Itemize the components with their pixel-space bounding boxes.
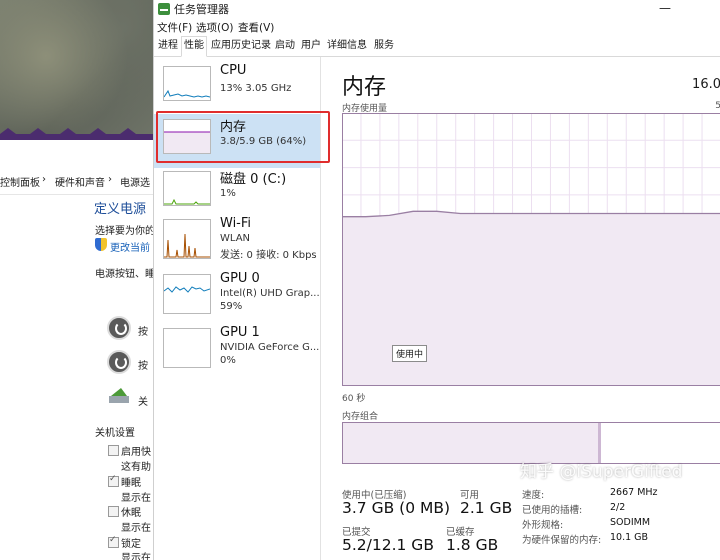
perf-item-detail: WLAN (220, 233, 251, 244)
in-use-value: 3.7 GB (0 MB) (342, 499, 451, 517)
tab-processes[interactable]: 进程 (156, 37, 180, 55)
perf-item-gpu1[interactable]: GPU 1 NVIDIA GeForce G... 0% (154, 323, 320, 377)
uac-shield-icon (95, 238, 107, 251)
breadcrumb-hardware-sound[interactable]: 硬件和声音 (55, 174, 105, 189)
available-value: 2.1 GB (460, 499, 513, 517)
power-page-subtitle: 选择要为你的 (95, 226, 153, 237)
form-factor-label: 外形规格: (522, 520, 564, 531)
menu-options[interactable]: 选项(O) (196, 20, 233, 35)
speed-label: 速度: (522, 490, 545, 501)
option-description: 显示在 (121, 553, 151, 560)
reserved-value: 10.1 GB (610, 532, 649, 543)
slots-value: 2/2 (610, 502, 626, 513)
power-button-label: 按 (138, 327, 148, 338)
gpu1-thumbnail (163, 328, 211, 368)
option-label: 休眠 (121, 508, 141, 519)
perf-item-gpu0[interactable]: GPU 0 Intel(R) UHD Grap... 59% (154, 269, 320, 323)
fast-startup-checkbox[interactable] (108, 445, 119, 456)
cached-value: 1.8 GB (446, 536, 499, 554)
detail-title: 内存 (342, 75, 387, 100)
lid-close-label: 关 (138, 397, 148, 408)
laptop-lid-icon (109, 388, 129, 403)
perf-item-wifi[interactable]: Wi-Fi WLAN 发送: 0 接收: 0 Kbps (154, 214, 320, 268)
tab-services[interactable]: 服务 (372, 37, 396, 55)
window-title: 任务管理器 (174, 3, 229, 16)
perf-item-detail: 1% (220, 188, 236, 199)
power-button-icon (107, 316, 131, 340)
breadcrumb: 控制面板 › 硬件和声音 › 电源选 (0, 166, 153, 195)
change-settings-link[interactable]: 更改当前 (110, 239, 150, 254)
perf-item-detail-secondary: 59% (220, 301, 243, 312)
tab-startup[interactable]: 启动 (273, 37, 297, 55)
control-panel-window: 控制面板 › 硬件和声音 › 电源选 定义电源 选择要为你的 更改当前 电源按钮… (0, 0, 153, 560)
menu-bar: 文件(F) 选项(O) 查看(V) (154, 18, 720, 36)
tab-app-history[interactable]: 应用历史记录 (209, 37, 273, 55)
perf-item-name: CPU (220, 63, 247, 78)
cpu-thumbnail (163, 66, 211, 101)
title-bar[interactable]: 任务管理器 — (154, 0, 720, 18)
tab-performance[interactable]: 性能 (181, 36, 207, 57)
minimize-button[interactable]: — (655, 0, 675, 18)
breadcrumb-separator: › (42, 174, 46, 185)
memory-detail-pane: 内存 16.0 内存使用量 5 使用中 60 秒 内存组合 使用中(已压缩) 3… (340, 57, 720, 560)
option-label: 睡眠 (121, 478, 141, 489)
perf-item-detail: Intel(R) UHD Grap... (220, 288, 320, 299)
menu-view[interactable]: 查看(V) (238, 20, 274, 35)
disk-thumbnail (163, 171, 211, 206)
perf-item-detail-secondary: 发送: 0 接收: 0 Kbps (220, 250, 317, 261)
perf-item-name: 磁盘 0 (C:) (220, 172, 287, 187)
breadcrumb-separator: › (108, 174, 112, 185)
menu-file[interactable]: 文件(F) (157, 20, 192, 35)
tab-bar: 进程 性能 应用历史记录 启动 用户 详细信息 服务 (154, 36, 720, 57)
gpu0-thumbnail (163, 274, 211, 314)
task-manager-window: 任务管理器 — 文件(F) 选项(O) 查看(V) 进程 性能 应用历史记录 启… (153, 0, 720, 560)
desktop-photo (0, 0, 153, 140)
option-description: 显示在 (121, 493, 151, 504)
memory-highlight-box (156, 111, 330, 163)
committed-value: 5.2/12.1 GB (342, 536, 434, 554)
time-axis-label: 60 秒 (342, 394, 366, 404)
sleep-button-icon (107, 350, 131, 374)
wifi-thumbnail (163, 219, 211, 259)
option-description: 这有助 (121, 462, 151, 473)
shutdown-settings-heading: 关机设置 (95, 428, 135, 439)
zigzag-border (0, 128, 153, 140)
speed-value: 2667 MHz (610, 487, 658, 498)
perf-item-cpu[interactable]: CPU 13% 3.05 GHz (154, 61, 320, 115)
usage-graph-max: 5 (715, 101, 720, 111)
task-manager-icon (158, 3, 170, 15)
power-buttons-label: 电源按钮、睡 (95, 269, 153, 280)
perf-item-detail-secondary: 0% (220, 355, 236, 366)
zhihu-watermark: 知乎 @iSuperGifted (520, 462, 683, 482)
tab-users[interactable]: 用户 (299, 37, 323, 55)
option-label: 启用快 (121, 447, 151, 458)
perf-item-name: GPU 0 (220, 271, 260, 286)
power-page-heading: 定义电源 (94, 202, 147, 217)
lock-checkbox[interactable] (108, 535, 119, 548)
slots-label: 已使用的插槽: (522, 505, 583, 516)
reserved-label: 为硬件保留的内存: (522, 535, 602, 546)
breadcrumb-control-panel[interactable]: 控制面板 (0, 174, 40, 189)
hibernate-checkbox[interactable] (108, 506, 119, 517)
option-description: 显示在 (121, 523, 151, 534)
sleep-button-label: 按 (138, 361, 148, 372)
perf-item-name: GPU 1 (220, 325, 260, 340)
perf-item-name: Wi-Fi (220, 216, 252, 231)
in-use-tooltip: 使用中 (392, 345, 428, 362)
perf-item-detail: NVIDIA GeForce G... (220, 342, 320, 353)
composition-label: 内存组合 (342, 412, 379, 422)
tab-details[interactable]: 详细信息 (325, 37, 369, 55)
form-factor-value: SODIMM (610, 517, 651, 528)
breadcrumb-power-options[interactable]: 电源选 (120, 174, 150, 189)
perf-item-disk[interactable]: 磁盘 0 (C:) 1% (154, 166, 320, 220)
option-label: 锁定 (121, 539, 141, 550)
total-memory: 16.0 (692, 77, 720, 92)
perf-item-detail: 13% 3.05 GHz (220, 83, 292, 94)
sleep-checkbox[interactable] (108, 474, 119, 487)
